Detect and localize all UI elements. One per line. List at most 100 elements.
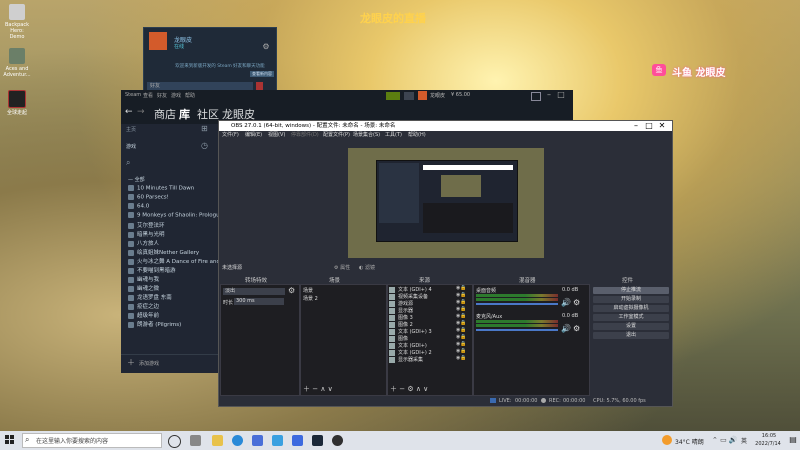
- speaker-icon[interactable]: 🔊: [561, 298, 571, 308]
- store-icon[interactable]: [252, 435, 263, 446]
- app-icon[interactable]: [292, 435, 303, 446]
- all-games-header[interactable]: — 全部: [128, 176, 145, 183]
- duration-input[interactable]: 300 ms: [234, 298, 284, 305]
- game-list-item[interactable]: 9 Monkeys of Shaolin: Prologue: [128, 212, 223, 219]
- add-friend-icon[interactable]: [256, 82, 263, 90]
- desktop-icon-game3[interactable]: 全球走起: [3, 90, 31, 116]
- desktop-icon-aces-adventures[interactable]: Aces and Adventur...: [3, 48, 31, 78]
- back-arrow-icon[interactable]: ←: [125, 107, 133, 117]
- nav-library[interactable]: 库: [179, 106, 190, 122]
- clock-time[interactable]: 16:05: [755, 433, 783, 439]
- obs-icon[interactable]: [332, 435, 343, 446]
- speaker-icon[interactable]: 🔊: [561, 324, 571, 334]
- settings-button[interactable]: 设置: [593, 323, 669, 330]
- obs-preview[interactable]: [348, 148, 544, 258]
- screen-icon[interactable]: [531, 92, 541, 101]
- source-item[interactable]: 显示器采集: [389, 356, 423, 363]
- source-item[interactable]: 图像 2: [389, 321, 413, 328]
- desktop-icon-backpack-hero[interactable]: Backpack Hero: Demo: [3, 4, 31, 40]
- weather-text[interactable]: 34°C 晴朗: [675, 437, 704, 446]
- scene-toolbar[interactable]: ＋ − ∧ ∨: [303, 384, 333, 394]
- game-list-item[interactable]: 幽魂之微: [128, 284, 159, 292]
- nav-community[interactable]: 社区: [197, 106, 219, 122]
- app-icon[interactable]: [272, 435, 283, 446]
- volume-slider[interactable]: [476, 329, 558, 331]
- account-name[interactable]: 龙眼皮: [430, 92, 445, 99]
- close-icon[interactable]: ✕: [657, 121, 667, 131]
- source-item[interactable]: 文本 (GDI+) 3: [389, 328, 432, 335]
- game-list-item[interactable]: 艾尔登法环: [128, 221, 165, 229]
- game-list-item[interactable]: 绘真姐妹Nether Gallery: [128, 248, 199, 256]
- menu-edit[interactable]: 编辑(E): [245, 131, 262, 140]
- gear-icon[interactable]: ⚙: [573, 298, 580, 308]
- menu-file[interactable]: 文件(F): [222, 131, 239, 140]
- nav-store[interactable]: 商店: [154, 106, 176, 122]
- clock-date[interactable]: 2022/7/14: [751, 441, 785, 447]
- avatar[interactable]: [418, 91, 427, 100]
- menu-steam[interactable]: Steam: [125, 92, 141, 98]
- edge-icon[interactable]: [232, 435, 243, 446]
- menu-help[interactable]: 帮助(H): [408, 131, 426, 140]
- scene-item[interactable]: 场景 2: [303, 295, 318, 302]
- volume-slider[interactable]: [476, 303, 558, 305]
- maximize-icon[interactable]: □: [557, 90, 565, 100]
- steam-icon[interactable]: [312, 435, 323, 446]
- gear-icon[interactable]: ⚙: [573, 324, 580, 334]
- game-list-item[interactable]: 疫症之边: [128, 302, 159, 310]
- game-list-item[interactable]: 幽魂与我: [128, 275, 159, 283]
- source-toolbar-buttons[interactable]: ＋ − ⚙ ∧ ∨: [390, 384, 428, 394]
- start-recording-button[interactable]: 开始录制: [593, 296, 669, 303]
- minimize-icon[interactable]: –: [545, 90, 553, 100]
- notice-link[interactable]: 查看新内容: [250, 71, 274, 77]
- game-list-item[interactable]: 龙语罗盘 东南: [128, 293, 172, 301]
- gear-icon[interactable]: ⚙: [261, 42, 271, 52]
- menu-games[interactable]: 游戏: [171, 92, 181, 99]
- transition-select[interactable]: 淡出: [223, 288, 285, 295]
- clock-icon[interactable]: ◷: [201, 141, 208, 151]
- exit-button[interactable]: 退出: [593, 332, 669, 339]
- menu-view[interactable]: 视图(V): [268, 131, 285, 140]
- source-item[interactable]: 图像: [389, 335, 408, 342]
- game-list-item[interactable]: 火与冰之舞 A Dance of Fire and Ice: [128, 257, 230, 265]
- notification-icon[interactable]: ▤: [788, 435, 798, 445]
- game-list-item[interactable]: 64.0: [128, 203, 149, 210]
- studio-mode-button[interactable]: 工作室模式: [593, 314, 669, 321]
- broadcast-icon[interactable]: [386, 92, 400, 100]
- source-item[interactable]: 显示器: [389, 307, 413, 314]
- gear-icon[interactable]: ⚙: [288, 286, 295, 296]
- filters-button[interactable]: ◐ 滤镜: [359, 264, 375, 271]
- source-item[interactable]: 图像 3: [389, 314, 413, 321]
- game-list-item[interactable]: 暗黑与光明: [128, 230, 165, 238]
- friends-search[interactable]: 好友: [147, 82, 253, 90]
- properties-button[interactable]: ⚙ 属性: [334, 264, 350, 271]
- cortana-icon[interactable]: [168, 435, 181, 448]
- taskbar-search[interactable]: 在这里输入你要搜索的内容: [22, 433, 162, 448]
- source-item[interactable]: 游戏源: [389, 300, 413, 307]
- game-list-item[interactable]: 60 Parsecs!: [128, 194, 169, 201]
- search-icon[interactable]: ⌕: [126, 158, 130, 168]
- game-list-item[interactable]: 不要喵到黑暗游: [128, 266, 176, 274]
- game-list-item[interactable]: 朗游者 (Pilgrims): [128, 320, 181, 328]
- game-list-item[interactable]: 10 Minutes Till Dawn: [128, 185, 194, 192]
- minimize-icon[interactable]: –: [631, 121, 641, 131]
- maximize-icon[interactable]: □: [644, 121, 654, 131]
- stop-streaming-button[interactable]: 停止推流: [593, 287, 669, 294]
- category-select[interactable]: 游戏: [126, 143, 136, 150]
- notification-icon[interactable]: [404, 92, 414, 100]
- source-item[interactable]: 文本 (GDI+) 4: [389, 286, 432, 293]
- forward-arrow-icon[interactable]: →: [137, 107, 145, 117]
- menu-tools[interactable]: 工具(T): [385, 131, 402, 140]
- source-item[interactable]: 文本 (GDI+) 2: [389, 349, 432, 356]
- menu-friends[interactable]: 好友: [157, 92, 167, 99]
- source-item[interactable]: 视频采集设备: [389, 293, 428, 300]
- virtual-camera-button[interactable]: 启动虚拟摄像机: [593, 305, 669, 312]
- start-icon[interactable]: [5, 435, 15, 445]
- menu-scene-collection[interactable]: 场景集合(S): [353, 131, 380, 140]
- game-list-item[interactable]: 八方旅人: [128, 239, 159, 247]
- menu-view[interactable]: 查看: [143, 92, 153, 99]
- library-home[interactable]: 主页: [126, 126, 136, 133]
- menu-help[interactable]: 帮助: [185, 92, 195, 99]
- game-list-item[interactable]: 超级年前: [128, 311, 159, 319]
- scene-item[interactable]: 场景: [303, 287, 313, 294]
- task-view-icon[interactable]: [190, 435, 201, 446]
